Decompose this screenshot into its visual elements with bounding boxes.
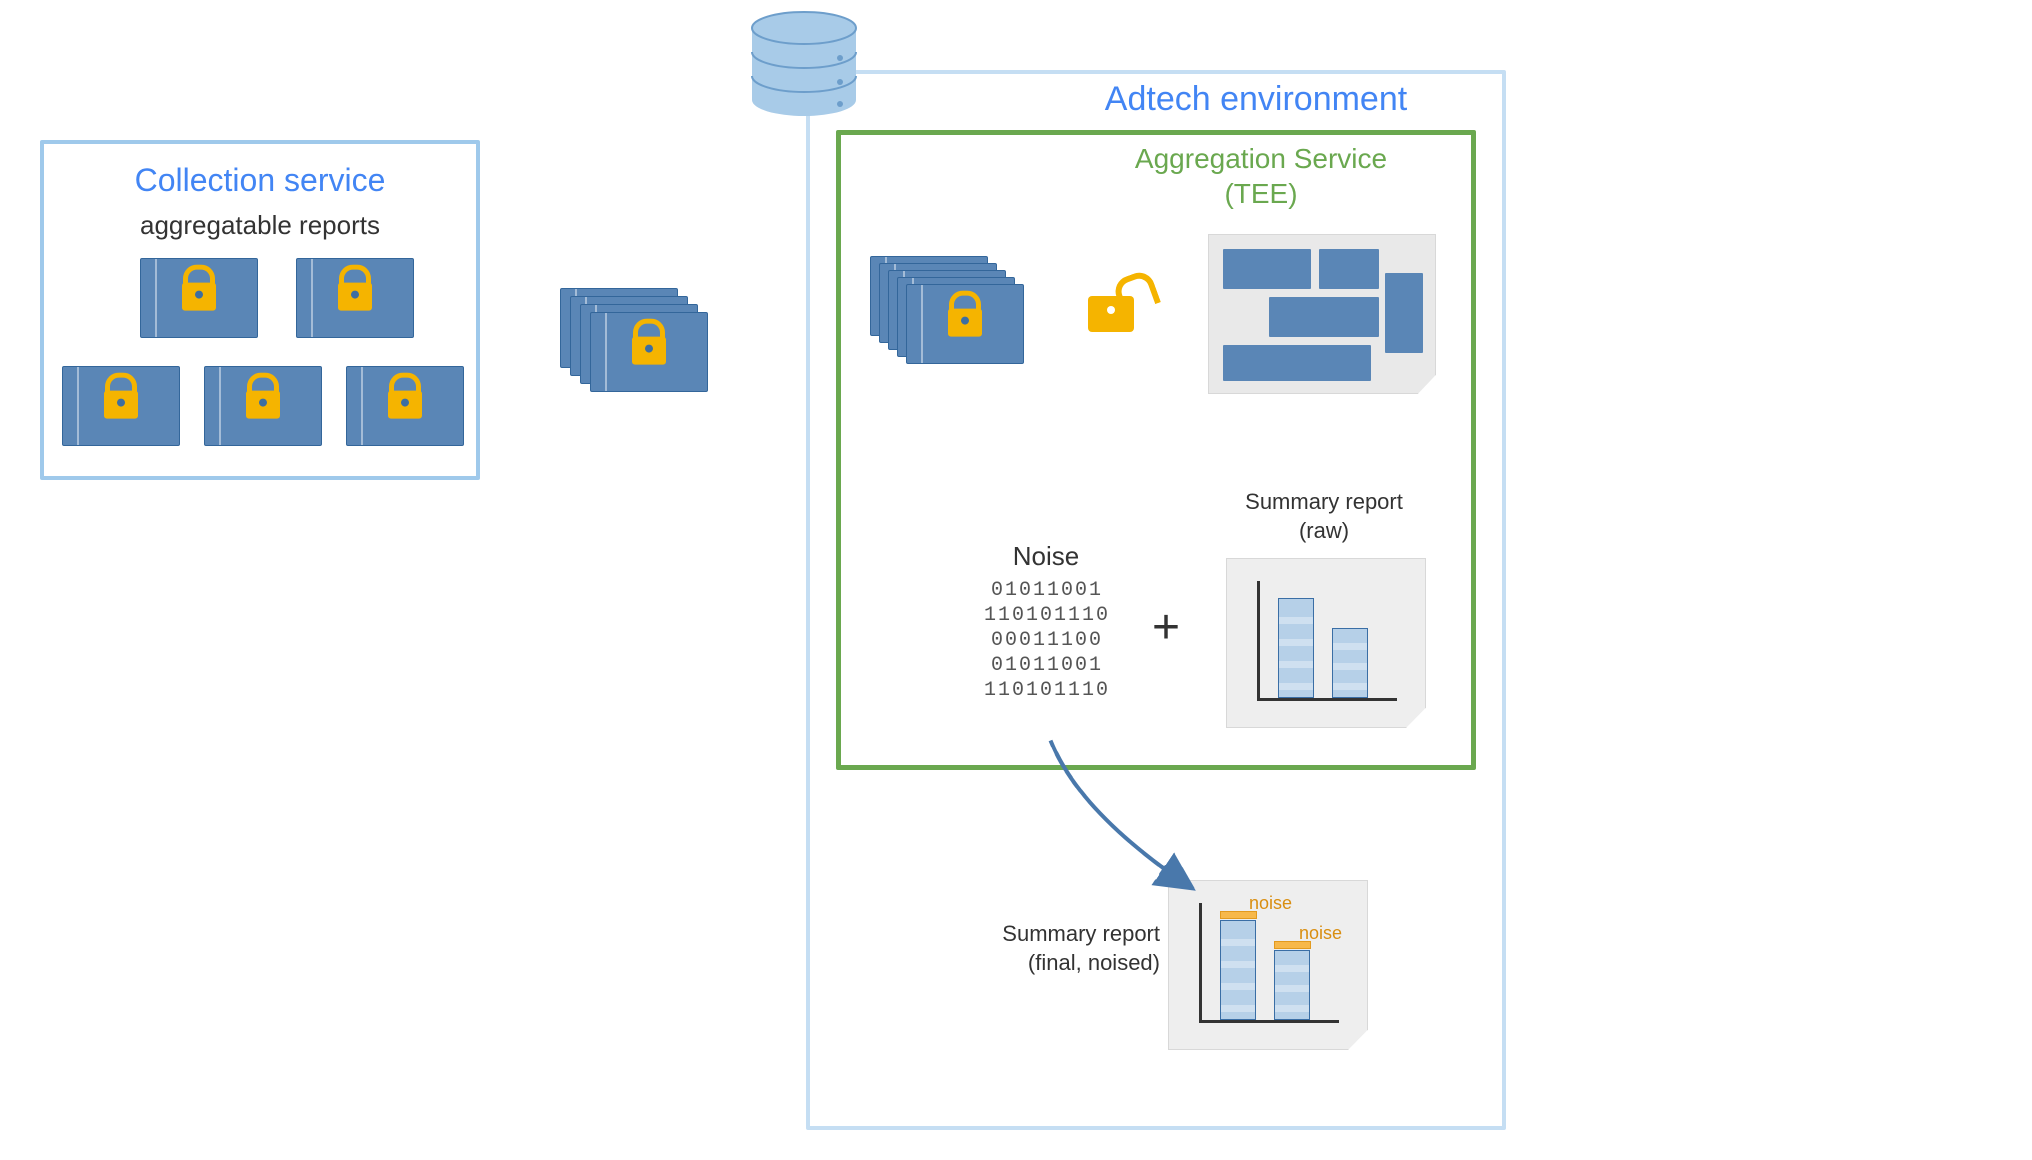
summary-report-final-icon: noise noise (1168, 880, 1368, 1050)
decrypted-data-icon (1208, 234, 1436, 394)
collection-title: Collection service (44, 144, 476, 199)
lock-icon (246, 391, 280, 419)
locked-report-icon (204, 366, 322, 446)
lock-icon (338, 283, 372, 311)
noise-binary-icon: 01011001 110101110 00011100 01011001 110… (962, 578, 1132, 703)
adtech-title: Adtech environment (810, 74, 1502, 119)
lock-icon (182, 283, 216, 311)
lock-icon (948, 309, 982, 337)
lock-icon (104, 391, 138, 419)
locked-report-icon (140, 258, 258, 338)
lock-icon (388, 391, 422, 419)
locked-report-icon (296, 258, 414, 338)
locked-report-icon (346, 366, 464, 446)
aggregatable-reports-label: aggregatable reports (44, 199, 476, 243)
locked-report-icon (62, 366, 180, 446)
plus-icon: + (1152, 600, 1180, 655)
noise-cap-label: noise (1249, 893, 1292, 914)
unlock-icon (1088, 296, 1134, 332)
summary-final-label: Summary report (final, noised) (960, 920, 1160, 977)
summary-report-raw-icon (1226, 558, 1426, 728)
tee-title-line1: Aggregation Service (1135, 143, 1387, 174)
tee-title-line2: (TEE) (1224, 178, 1297, 209)
noise-label: Noise (986, 540, 1106, 574)
summary-raw-label: Summary report (raw) (1214, 488, 1434, 545)
database-icon (744, 10, 864, 120)
noise-cap-label: noise (1299, 923, 1342, 944)
lock-icon (632, 337, 666, 365)
tee-title: Aggregation Service (TEE) (841, 135, 1471, 211)
